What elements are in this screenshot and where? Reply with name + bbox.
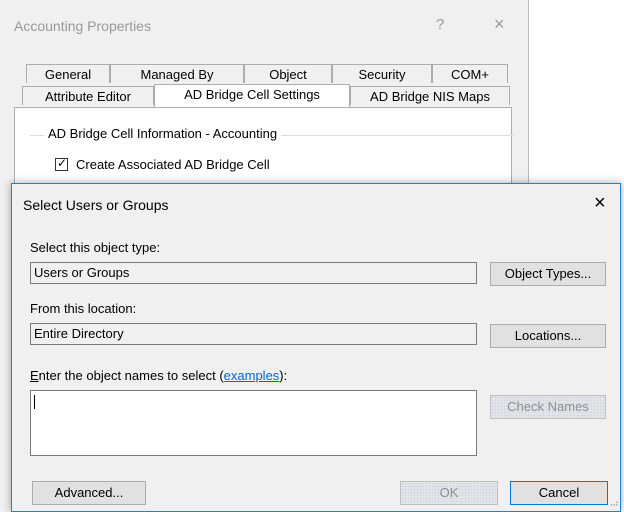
tab-ad-bridge-nis-maps[interactable]: AD Bridge NIS Maps	[350, 86, 510, 105]
names-label: Enter the object names to select (exampl…	[30, 368, 287, 383]
text-caret	[34, 395, 35, 409]
create-cell-checkbox[interactable]: ✓	[55, 156, 68, 171]
group-box-title: AD Bridge Cell Information - Accounting	[44, 126, 282, 141]
window-title: Accounting Properties	[14, 18, 151, 34]
ok-button[interactable]: OK	[400, 481, 498, 505]
select-users-dialog: Select Users or Groups × Select this obj…	[11, 183, 621, 512]
location-field: Entire Directory	[30, 323, 477, 345]
tab-object[interactable]: Object	[244, 64, 332, 83]
help-icon[interactable]: ?	[436, 16, 444, 33]
checkmark-icon: ✓	[57, 156, 68, 170]
object-type-field: Users or Groups	[30, 262, 477, 284]
object-type-label: Select this object type:	[30, 240, 161, 255]
tab-general[interactable]: General	[26, 64, 110, 83]
close-icon[interactable]: ×	[494, 14, 505, 35]
tab-managed-by[interactable]: Managed By	[110, 64, 244, 83]
dialog-title: Select Users or Groups	[23, 197, 169, 213]
advanced-button[interactable]: Advanced...	[32, 481, 146, 505]
locations-button[interactable]: Locations...	[490, 324, 606, 348]
tab-attribute-editor[interactable]: Attribute Editor	[22, 86, 154, 105]
object-names-input[interactable]	[30, 390, 477, 456]
close-icon[interactable]: ×	[594, 191, 606, 215]
names-label-end: ):	[279, 368, 288, 383]
names-label-accesskey: E	[30, 368, 39, 383]
tab-security[interactable]: Security	[332, 64, 432, 83]
location-label: From this location:	[30, 301, 137, 316]
check-names-button[interactable]: Check Names	[490, 395, 606, 419]
tab-ad-bridge-cell-settings[interactable]: AD Bridge Cell Settings	[154, 84, 350, 107]
cancel-button[interactable]: Cancel	[510, 481, 608, 505]
resize-grip-icon[interactable]: ⠠⠴	[607, 498, 619, 509]
object-types-button[interactable]: Object Types...	[490, 262, 606, 286]
tab-com-plus[interactable]: COM+	[432, 64, 508, 83]
examples-link[interactable]: examples	[224, 368, 280, 383]
names-label-text: nter the object names to select (	[38, 368, 224, 383]
create-cell-label[interactable]: Create Associated AD Bridge Cell	[76, 157, 270, 172]
